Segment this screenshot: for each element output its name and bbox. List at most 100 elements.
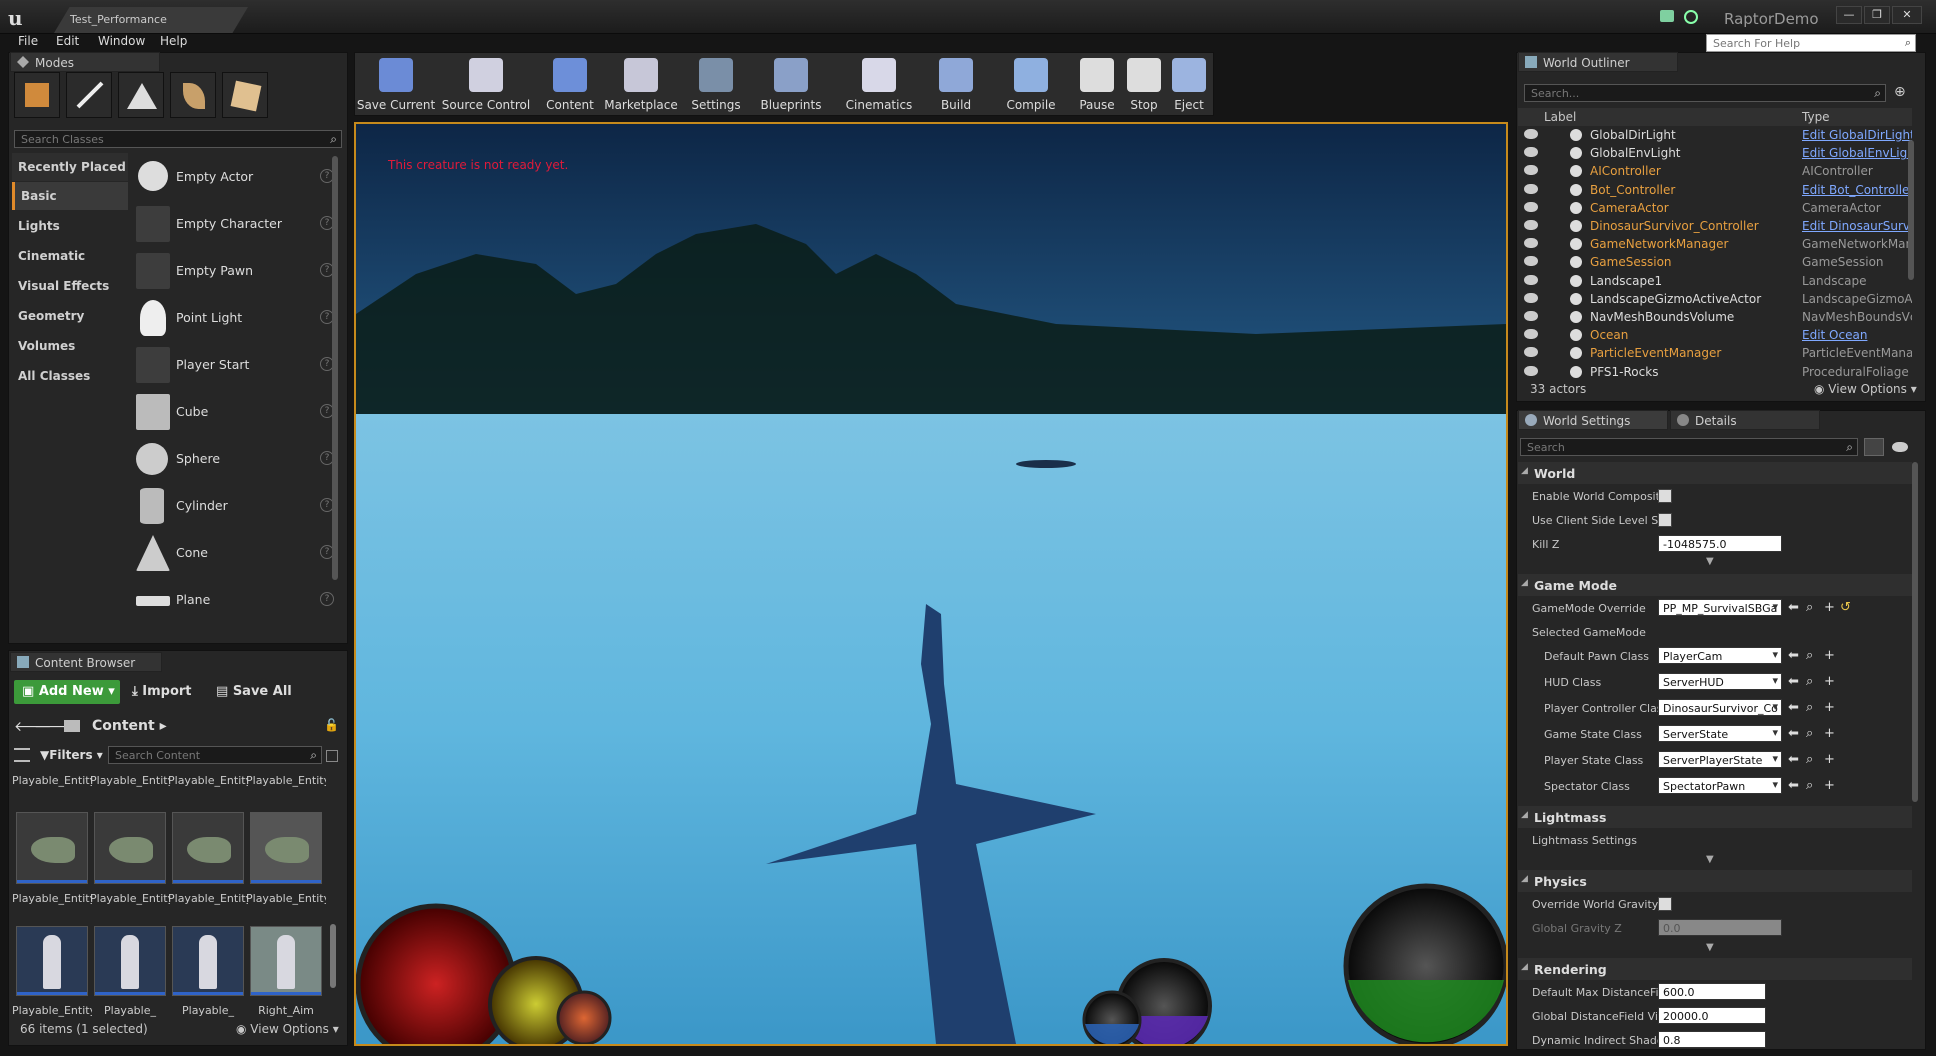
cinematics-button[interactable]: Cinematics (834, 56, 924, 114)
checkbox[interactable] (1658, 489, 1672, 503)
outliner-row[interactable]: GlobalEnvLight Edit GlobalEnvLigh (1518, 144, 1912, 162)
class-dropdown[interactable]: ServerState (1658, 725, 1782, 742)
visibility-eye-icon[interactable] (1524, 165, 1538, 176)
outliner-row[interactable]: LandscapeGizmoActiveActor LandscapeGizmoA… (1518, 290, 1912, 308)
class-dropdown[interactable]: SpectatorPawn (1658, 777, 1782, 794)
category-basic[interactable]: Basic (12, 182, 128, 210)
asset-thumbnail[interactable] (250, 926, 322, 996)
pause-button[interactable]: Pause (1072, 56, 1122, 114)
browse-icon[interactable]: ⌕ (1806, 674, 1813, 689)
content-browser-tab[interactable]: Content Browser (10, 652, 162, 672)
notification-icon[interactable] (1660, 10, 1674, 22)
visibility-eye-icon[interactable] (1524, 347, 1538, 358)
level-viewport[interactable]: This creature is not ready yet. (354, 122, 1508, 1046)
outliner-row[interactable]: ParticleEventManager ParticleEventMana (1518, 344, 1912, 362)
browse-icon[interactable]: ⌕ (1806, 700, 1813, 715)
place-item-cube[interactable]: Cube? (130, 390, 334, 434)
category-visual-effects[interactable]: Visual Effects (12, 272, 128, 300)
numeric-input[interactable]: 20000.0 (1658, 1007, 1766, 1024)
save-search-icon[interactable] (326, 750, 338, 762)
place-item-cone[interactable]: Cone? (130, 531, 334, 575)
outliner-row[interactable]: DinosaurSurvivor_Controller Edit Dinosaur… (1518, 217, 1912, 235)
outliner-scrollbar[interactable] (1908, 140, 1914, 280)
menu-window[interactable]: Window (98, 34, 145, 48)
outliner-search-input[interactable]: Search... ⌕ (1524, 84, 1886, 102)
place-item-plane[interactable]: Plane? (130, 578, 334, 622)
visibility-eye-icon[interactable] (1524, 365, 1538, 376)
section-game-mode[interactable]: Game Mode (1518, 574, 1912, 596)
section-rendering[interactable]: Rendering (1518, 958, 1912, 980)
edit-blueprint-link[interactable]: Edit Ocean (1802, 328, 1912, 342)
browse-icon[interactable]: ⌕ (1806, 752, 1813, 767)
kill-z-input[interactable]: -1048575.0 (1658, 535, 1782, 552)
close-button[interactable]: ✕ (1892, 6, 1922, 24)
asset-label[interactable]: Playable_Entity_Apatosaurus (90, 774, 170, 802)
add-icon[interactable]: + (1824, 648, 1835, 663)
build-button[interactable]: Build (928, 56, 984, 114)
visibility-eye-icon[interactable] (1524, 292, 1538, 303)
asset-label[interactable]: Playable_Entity (12, 1004, 92, 1017)
outliner-row[interactable]: CameraActor CameraActor (1518, 199, 1912, 217)
edit-blueprint-link[interactable]: Edit DinosaurSurv (1802, 219, 1912, 233)
modes-tab[interactable]: Modes (10, 52, 160, 72)
class-dropdown[interactable]: PlayerCam (1658, 647, 1782, 664)
browse-icon[interactable]: ⌕ (1806, 726, 1813, 741)
add-icon[interactable]: + (1824, 700, 1835, 715)
add-actor-icon[interactable]: ⊕ (1894, 84, 1912, 102)
filters-button[interactable]: ▼Filters ▾ (40, 748, 103, 762)
asset-label[interactable]: Playable_ (90, 1004, 170, 1017)
world-outliner-tab[interactable]: World Outliner (1518, 52, 1678, 72)
category-lights[interactable]: Lights (12, 212, 128, 240)
place-item-player-start[interactable]: Player Start? (130, 343, 334, 387)
asset-thumbnail[interactable] (172, 812, 244, 884)
numeric-input[interactable]: 600.0 (1658, 983, 1766, 1000)
add-icon[interactable]: + (1824, 600, 1835, 615)
asset-thumbnail[interactable] (16, 812, 88, 884)
place-item-empty-character[interactable]: Empty Character? (130, 202, 334, 246)
category-all-classes[interactable]: All Classes (12, 362, 128, 390)
visibility-eye-icon[interactable] (1524, 129, 1538, 139)
menu-file[interactable]: File (18, 34, 38, 48)
class-dropdown[interactable]: ServerHUD (1658, 673, 1782, 690)
asset-label[interactable]: Playable_ (168, 1004, 248, 1017)
lock-icon[interactable]: 🔓 (324, 718, 339, 732)
edit-blueprint-link[interactable]: Edit Bot_Controller (1802, 183, 1912, 197)
section-lightmass[interactable]: Lightmass (1518, 806, 1912, 828)
minimize-button[interactable]: — (1836, 6, 1862, 24)
help-icon[interactable]: ? (320, 592, 334, 606)
expand-advanced-icon[interactable]: ▼ (1706, 942, 1714, 953)
asset-label[interactable]: Playable_Entity_Pteranodon (90, 892, 170, 920)
content-scrollbar[interactable] (330, 924, 336, 988)
visibility-eye-icon[interactable] (1524, 183, 1538, 194)
expand-advanced-icon[interactable]: ▼ (1706, 556, 1714, 567)
outliner-row[interactable]: NavMeshBoundsVolume NavMeshBoundsVc (1518, 308, 1912, 326)
visibility-eye-icon[interactable] (1524, 256, 1538, 267)
edit-blueprint-link[interactable]: Edit GlobalEnvLigh (1802, 146, 1912, 160)
outliner-row[interactable]: Bot_Controller Edit Bot_Controller (1518, 181, 1912, 199)
use-selected-icon[interactable]: ⬅ (1788, 600, 1799, 615)
browse-icon[interactable]: ⌕ (1806, 648, 1813, 663)
visibility-eye-icon[interactable] (1524, 238, 1538, 249)
details-search-input[interactable]: Search ⌕ (1520, 438, 1858, 456)
column-label[interactable]: Label (1544, 110, 1576, 124)
outliner-row[interactable]: Ocean Edit Ocean (1518, 326, 1912, 344)
asset-label[interactable]: Playable_Entity_Elasmosaurus (168, 774, 248, 802)
save-all-button[interactable]: ▤ Save All (216, 684, 292, 699)
compile-button[interactable]: Compile (998, 56, 1064, 114)
menu-edit[interactable]: Edit (56, 34, 79, 48)
details-scrollbar[interactable] (1912, 462, 1918, 802)
class-dropdown[interactable]: DinosaurSurvivor_Co (1658, 699, 1782, 716)
blueprints-button[interactable]: Blueprints (752, 56, 830, 114)
checkbox[interactable] (1658, 897, 1672, 911)
class-dropdown[interactable]: ServerPlayerState (1658, 751, 1782, 768)
section-physics[interactable]: Physics (1518, 870, 1912, 892)
outliner-row[interactable]: Landscape1 Landscape (1518, 272, 1912, 290)
asset-thumbnail[interactable] (172, 926, 244, 996)
outliner-row[interactable]: PFS1-Rocks ProceduralFoliage (1518, 363, 1912, 381)
numeric-input[interactable]: 0.8 (1658, 1031, 1766, 1048)
add-icon[interactable]: + (1824, 778, 1835, 793)
outliner-row[interactable]: GameSession GameSession (1518, 253, 1912, 271)
add-icon[interactable]: + (1824, 726, 1835, 741)
help-search-input[interactable]: Search For Help ⌕ (1706, 34, 1916, 52)
content-search-input[interactable]: Search Content ⌕ (108, 746, 322, 764)
